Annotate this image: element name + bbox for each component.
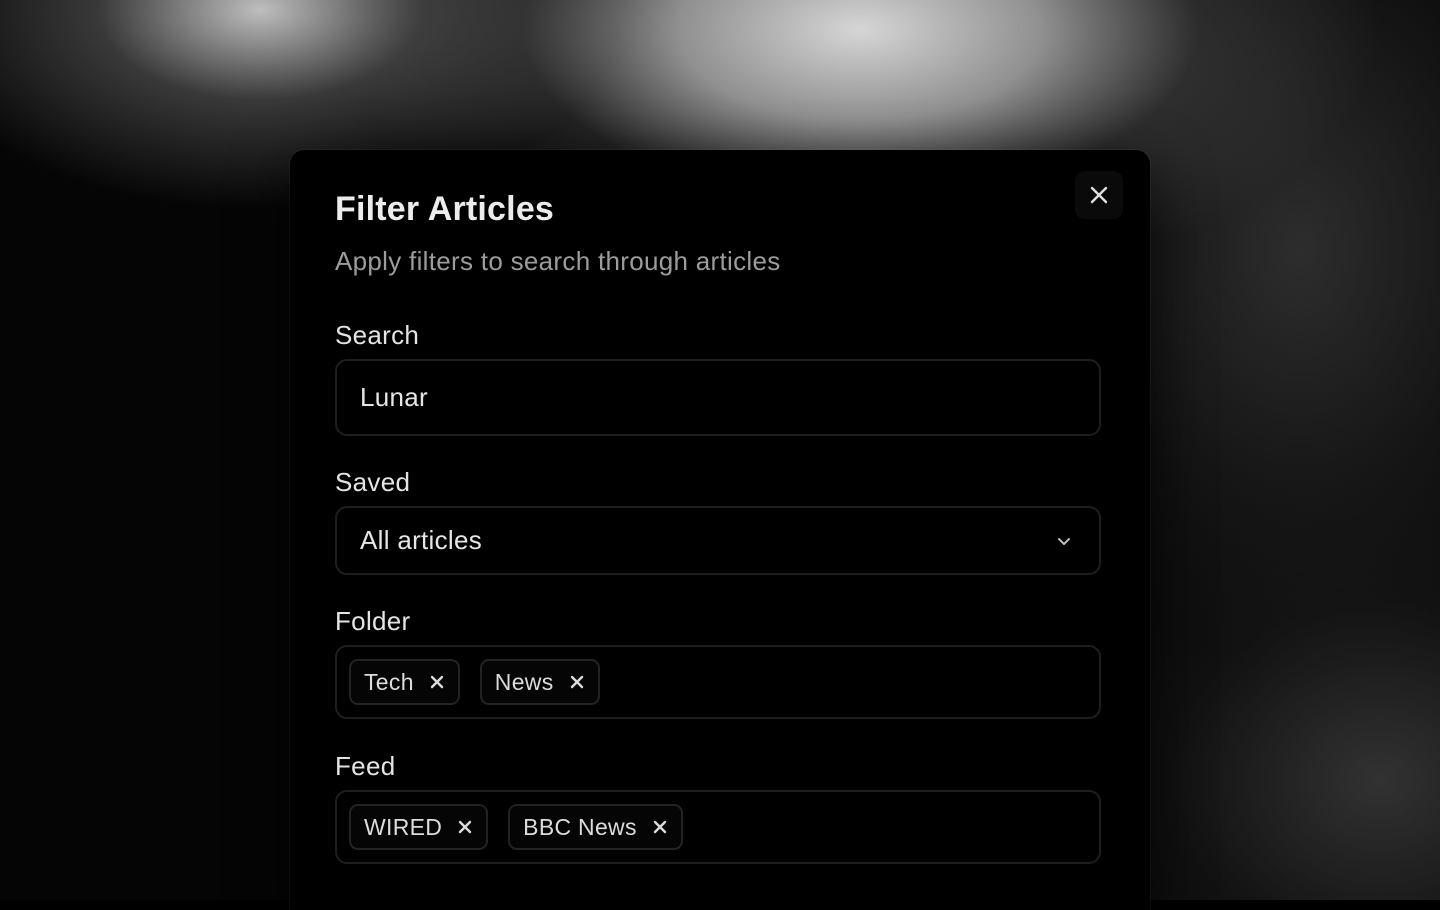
saved-select-value: All articles (360, 525, 483, 555)
remove-icon[interactable] (568, 673, 586, 691)
chip-label: WIRED (364, 813, 443, 840)
folder-chip: Tech (349, 659, 460, 705)
close-icon (1090, 186, 1108, 204)
saved-select[interactable]: All articles (335, 506, 1101, 575)
chip-label: News (494, 668, 554, 695)
dialog-title: Filter Articles (335, 190, 555, 228)
feed-multiselect[interactable]: WIRED BBC News (335, 790, 1101, 864)
filter-dialog: Filter Articles Apply filters to search … (290, 150, 1150, 910)
remove-icon[interactable] (456, 818, 474, 836)
folder-chip: News (479, 659, 600, 705)
chip-label: BBC News (523, 813, 637, 840)
saved-label: Saved (335, 467, 411, 497)
remove-icon[interactable] (651, 818, 669, 836)
feed-label: Feed (335, 751, 396, 781)
dialog-subtitle: Apply filters to search through articles (335, 246, 781, 276)
chip-label: Tech (364, 668, 414, 695)
folder-multiselect[interactable]: Tech News (335, 645, 1101, 719)
chevron-down-icon (1053, 530, 1075, 552)
folder-label: Folder (335, 606, 411, 636)
remove-icon[interactable] (428, 673, 446, 691)
feed-chip: WIRED (349, 804, 489, 850)
search-label: Search (335, 320, 420, 350)
close-button[interactable] (1075, 171, 1123, 219)
feed-chip: BBC News (508, 804, 683, 850)
search-field (335, 359, 1101, 436)
search-input[interactable] (337, 361, 1099, 434)
